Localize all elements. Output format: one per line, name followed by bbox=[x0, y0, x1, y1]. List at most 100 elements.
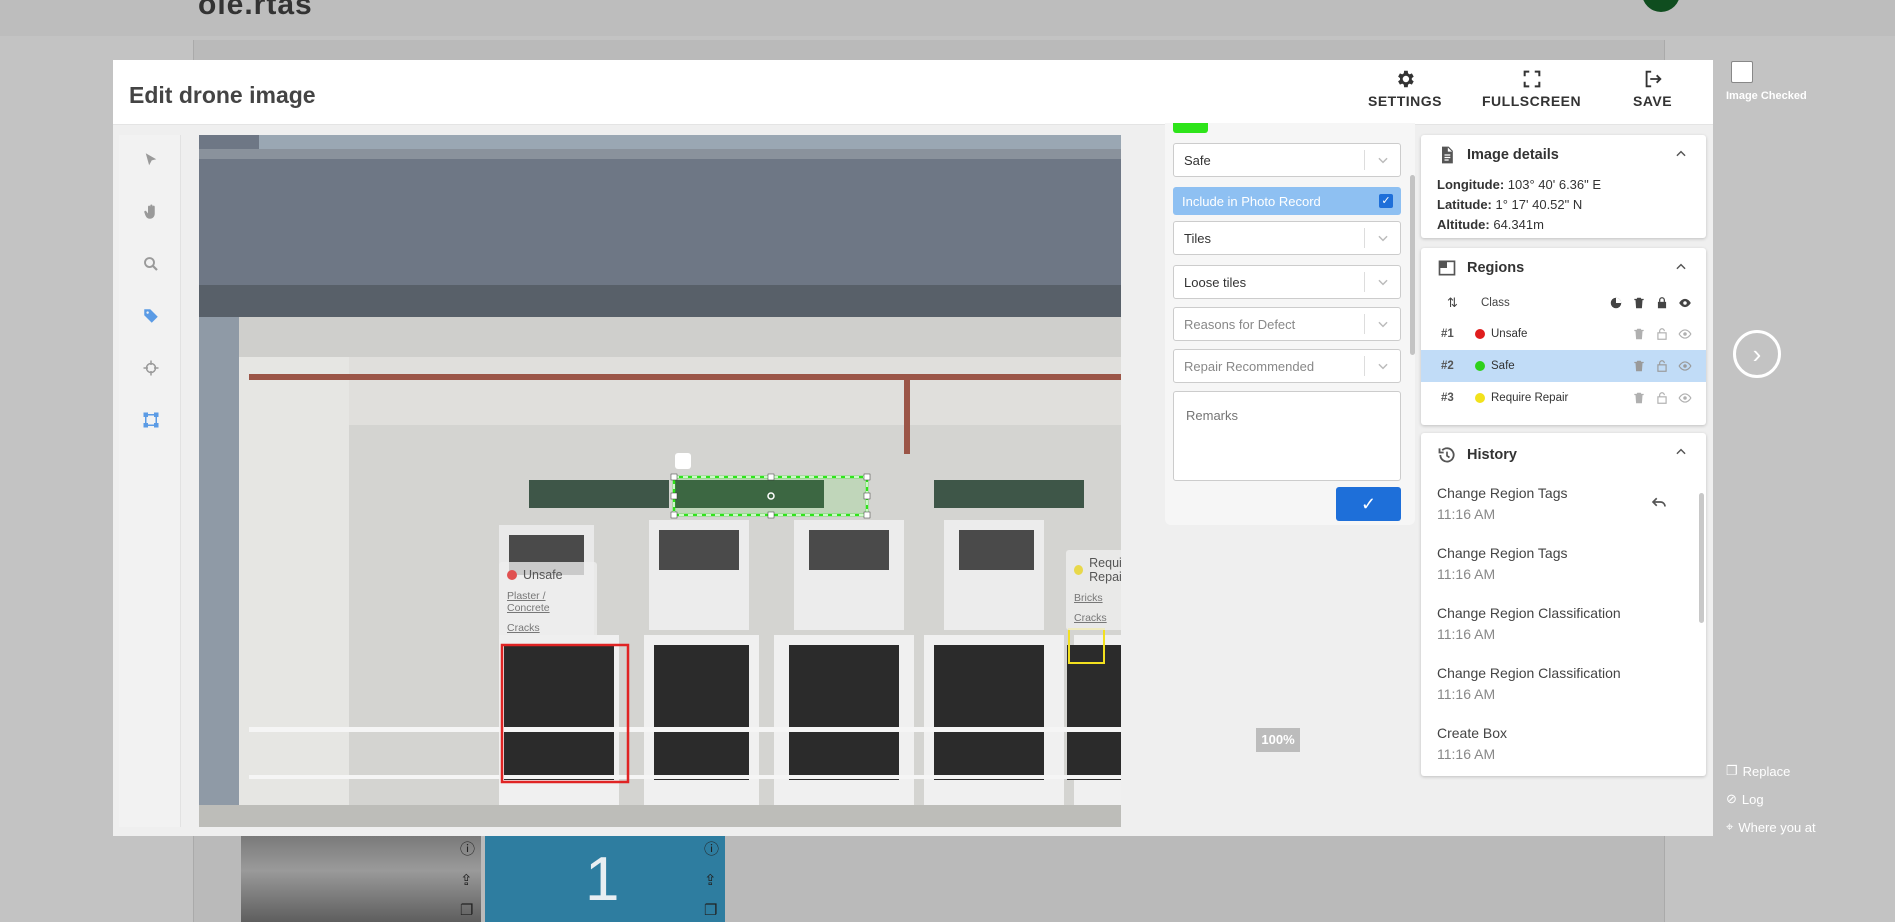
upload-icon[interactable]: ⇪ bbox=[460, 871, 475, 889]
class-color-dot bbox=[1475, 361, 1485, 371]
region-number: #2 bbox=[1441, 360, 1454, 372]
fullscreen-label: FULLSCREEN bbox=[1482, 93, 1582, 109]
region-row[interactable]: #2 Safe bbox=[1421, 350, 1706, 382]
reasons-for-defect-select[interactable]: Reasons for Defect bbox=[1173, 307, 1401, 341]
info-icon[interactable]: ⓘ bbox=[704, 838, 719, 859]
info-icon[interactable]: ⓘ bbox=[460, 838, 475, 859]
region-row-actions bbox=[1632, 359, 1692, 373]
crosshair-icon[interactable] bbox=[142, 359, 160, 377]
zoom-icon[interactable] bbox=[142, 255, 160, 273]
where-you-at-link[interactable]: ⌖ Where you at bbox=[1726, 819, 1816, 835]
log-label: Log bbox=[1741, 791, 1764, 807]
history-item[interactable]: Change Region Classification 11:16 AM bbox=[1421, 657, 1706, 717]
history-item[interactable]: Create Box 11:16 AM bbox=[1421, 717, 1706, 776]
pie-chart-icon[interactable] bbox=[1609, 296, 1623, 310]
region-number: #1 bbox=[1441, 328, 1454, 340]
pan-hand-icon[interactable] bbox=[142, 203, 160, 221]
copy-icon: ❐ bbox=[1726, 763, 1738, 778]
latitude-row: Latitude: 1° 17' 40.52" N bbox=[1421, 195, 1706, 215]
avatar[interactable] bbox=[1642, 0, 1680, 12]
next-image-button[interactable]: › bbox=[1733, 330, 1781, 378]
history-item[interactable]: Change Region Classification 11:16 AM bbox=[1421, 597, 1706, 657]
eye-icon[interactable] bbox=[1678, 359, 1692, 373]
history-item-time: 11:16 AM bbox=[1437, 566, 1496, 582]
chevron-up-icon[interactable] bbox=[1674, 445, 1688, 459]
region-class: Unsafe bbox=[507, 568, 589, 582]
confirm-button[interactable]: ✓ bbox=[1336, 487, 1401, 521]
history-scrollbar[interactable] bbox=[1699, 493, 1704, 623]
repair-recommended-select[interactable]: Repair Recommended bbox=[1173, 349, 1401, 383]
zoom-indicator: 100% bbox=[1256, 728, 1300, 752]
copy-icon[interactable]: ❐ bbox=[460, 901, 475, 919]
lock-icon[interactable] bbox=[1655, 296, 1669, 310]
image-checked-checkbox[interactable] bbox=[1731, 61, 1753, 83]
trash-icon[interactable] bbox=[1632, 327, 1646, 341]
unlock-icon[interactable] bbox=[1655, 359, 1669, 373]
latitude-value: 1° 17' 40.52" N bbox=[1495, 197, 1583, 212]
thumbnail-actions: ⓘ ⇪ ❐ bbox=[460, 838, 475, 919]
unlock-icon[interactable] bbox=[1655, 327, 1669, 341]
background-header: ole.rtas bbox=[0, 0, 1895, 36]
chevron-up-icon[interactable] bbox=[1674, 147, 1688, 161]
thumbnail-2[interactable]: 1 ⓘ ⇪ ❐ bbox=[485, 836, 725, 922]
image-details-header[interactable]: Image details bbox=[1421, 135, 1706, 175]
undo-icon[interactable] bbox=[1648, 493, 1670, 511]
replace-link[interactable]: ❐ Replace bbox=[1726, 763, 1790, 779]
copy-icon[interactable]: ❐ bbox=[704, 901, 719, 919]
eye-icon[interactable] bbox=[1678, 391, 1692, 405]
reasons-placeholder: Reasons for Defect bbox=[1184, 317, 1296, 332]
region-label-require-repair[interactable]: Require Repair Bricks Cracks bbox=[1066, 550, 1121, 630]
region-label-unsafe[interactable]: Unsafe Plaster / Concrete Cracks bbox=[499, 562, 597, 640]
region-row[interactable]: #3 Require Repair bbox=[1421, 382, 1706, 414]
fullscreen-button[interactable]: FULLSCREEN bbox=[1482, 68, 1581, 109]
include-photo-record-toggle[interactable]: Include in Photo Record ✓ bbox=[1173, 187, 1401, 215]
region-class-label: Safe bbox=[1491, 360, 1515, 372]
sort-icon[interactable]: ⇅ bbox=[1447, 295, 1481, 311]
region-tag: Cracks bbox=[1074, 612, 1107, 624]
history-icon bbox=[1438, 447, 1455, 463]
select-cursor-icon[interactable] bbox=[142, 151, 160, 169]
region-tag: Bricks bbox=[1074, 592, 1103, 604]
regions-title: Regions bbox=[1467, 260, 1525, 276]
class-color-dot bbox=[1074, 565, 1084, 575]
region-row[interactable]: #1 Unsafe bbox=[1421, 318, 1706, 350]
eye-icon[interactable] bbox=[1678, 296, 1692, 310]
save-label: SAVE bbox=[1633, 93, 1673, 109]
remarks-field[interactable] bbox=[1173, 391, 1401, 481]
where-label: Where you at bbox=[1738, 819, 1816, 835]
chevron-up-icon[interactable] bbox=[1674, 260, 1688, 274]
checkbox-checked-icon[interactable]: ✓ bbox=[1379, 194, 1393, 208]
classification-select[interactable]: Safe bbox=[1173, 143, 1401, 177]
history-item[interactable]: Change Region Tags 11:16 AM bbox=[1421, 537, 1706, 597]
defect-select[interactable]: Loose tiles bbox=[1173, 265, 1401, 299]
unlock-icon[interactable] bbox=[1655, 391, 1669, 405]
thumbnail-1[interactable]: ⓘ ⇪ ❐ bbox=[241, 836, 481, 922]
altitude-value: 64.341m bbox=[1493, 217, 1544, 232]
bounding-box-icon[interactable] bbox=[142, 411, 160, 429]
regions-header[interactable]: Regions bbox=[1421, 248, 1706, 288]
history-panel: History Change Region Tags 11:16 AM Chan… bbox=[1421, 433, 1706, 776]
settings-button[interactable]: SETTINGS bbox=[1368, 68, 1442, 109]
trash-icon[interactable] bbox=[1632, 359, 1646, 373]
image-canvas[interactable]: Unsafe Plaster / Concrete Cracks Requi re… bbox=[199, 135, 1121, 827]
trash-icon[interactable] bbox=[1632, 391, 1646, 405]
eye-icon[interactable] bbox=[1678, 327, 1692, 341]
tag-icon[interactable] bbox=[142, 307, 160, 325]
region-tag: Cracks bbox=[507, 622, 540, 634]
editor-scrollbar[interactable] bbox=[1410, 175, 1415, 355]
history-item[interactable]: Change Region Tags 11:16 AM bbox=[1421, 477, 1706, 537]
region-class: Require Repair bbox=[1074, 556, 1121, 584]
element-select[interactable]: Tiles bbox=[1173, 221, 1401, 255]
save-button[interactable]: SAVE bbox=[1633, 68, 1672, 109]
altitude-row: Altitude: 64.341m bbox=[1421, 215, 1706, 235]
log-link[interactable]: ⊘ Log bbox=[1726, 791, 1764, 807]
trash-icon[interactable] bbox=[1632, 296, 1646, 310]
longitude-label: Longitude: bbox=[1437, 177, 1505, 192]
gear-icon bbox=[1398, 70, 1414, 88]
tool-sidebar bbox=[119, 135, 181, 827]
modal-title: Edit drone image bbox=[129, 82, 316, 108]
class-column-header: Class bbox=[1481, 297, 1510, 309]
history-header[interactable]: History bbox=[1421, 433, 1706, 477]
upload-icon[interactable]: ⇪ bbox=[704, 871, 719, 889]
history-item-title: Change Region Tags bbox=[1437, 545, 1568, 561]
